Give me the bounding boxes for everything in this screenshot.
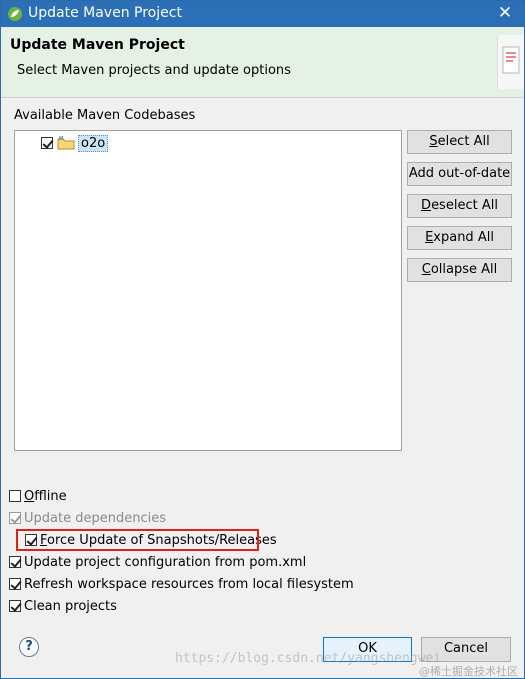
refresh-workspace-label: Refresh workspace resources from local f… [24, 576, 354, 592]
dialog-header: Update Maven Project Select Maven projec… [1, 27, 524, 98]
deselect-all-button[interactable]: Deselect All [407, 194, 512, 218]
offline-checkbox[interactable] [9, 490, 21, 502]
add-out-of-date-button[interactable]: Add out-of-date [407, 162, 512, 186]
expand-all-button[interactable]: Expand All [407, 226, 512, 250]
site-watermark: @稀土掘金技术社区 [419, 665, 518, 678]
clean-projects-checkbox[interactable] [9, 600, 21, 612]
update-config-option[interactable]: Update project configuration from pom.xm… [9, 553, 306, 571]
codebases-label: Available Maven Codebases [14, 108, 196, 123]
tree-item-o2o[interactable]: M o2o [41, 134, 109, 152]
collapse-all-button[interactable]: Collapse All [407, 258, 512, 282]
header-title: Update Maven Project [10, 37, 185, 53]
blog-watermark: https://blog.csdn.net/yangshengwei [175, 651, 442, 666]
refresh-workspace-option[interactable]: Refresh workspace resources from local f… [9, 575, 354, 593]
clean-projects-label: Clean projects [24, 598, 117, 614]
close-icon[interactable]: ✕ [496, 3, 514, 23]
header-subtitle: Select Maven projects and update options [17, 63, 291, 78]
update-dependencies-option: Update dependencies [9, 509, 166, 527]
force-update-highlight-box [16, 529, 259, 551]
update-dependencies-checkbox [9, 512, 21, 524]
select-all-button[interactable]: Select All [407, 130, 512, 154]
maven-project-folder-icon: M [57, 136, 75, 150]
svg-text:M: M [59, 136, 63, 142]
o2o-checkbox[interactable] [41, 137, 53, 149]
maven-banner-icon [497, 35, 524, 89]
offline-option[interactable]: Offline [9, 487, 67, 505]
offline-label: Offline [24, 488, 67, 504]
update-config-label: Update project configuration from pom.xm… [24, 554, 307, 570]
help-icon[interactable]: ? [19, 637, 39, 657]
window-title: Update Maven Project [28, 5, 182, 21]
update-maven-project-dialog: Update Maven Project ✕ Update Maven Proj… [0, 0, 525, 679]
project-label: o2o [78, 134, 109, 152]
update-dependencies-label: Update dependencies [24, 510, 166, 526]
title-bar[interactable]: Update Maven Project ✕ [1, 1, 524, 27]
refresh-workspace-checkbox[interactable] [9, 578, 21, 590]
codebases-tree[interactable]: M o2o [14, 130, 402, 451]
eclipse-spring-icon [8, 7, 22, 21]
update-config-checkbox[interactable] [9, 556, 21, 568]
clean-projects-option[interactable]: Clean projects [9, 597, 117, 615]
